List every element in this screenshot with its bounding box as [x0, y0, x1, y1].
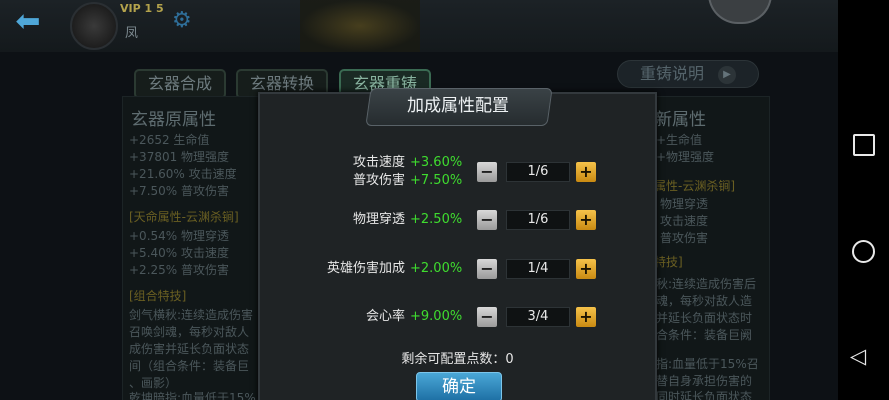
row-value-attack-speed: +3.60% [410, 155, 463, 170]
bonus-config-dialog: 加成属性配置 攻击速度 +3.60% 普攻伤害 +7.50% − 1/6 + 物… [258, 88, 657, 400]
remaining-points: 剩余可配置点数：0 [401, 352, 514, 367]
banner-art [300, 0, 420, 52]
dialog-title: 加成属性配置 [407, 96, 509, 116]
corner-ornament [708, 0, 772, 24]
left-combo-title: [组合特技] [129, 289, 187, 303]
right-combo-line: 替自身承担伤害的 [656, 374, 753, 388]
left-combo-line: 成伤害并延长负面状态 [129, 342, 250, 356]
left-attribute-panel: 玄器原属性 +2652 生命值 +37801 物理强度 +21.60% 攻击速度… [122, 96, 260, 400]
right-combo-line: 魂，每秒对敌人造 [656, 294, 753, 308]
row-label-normal-attack: 普攻伤害 [352, 173, 405, 188]
circle-icon[interactable] [852, 240, 875, 263]
row-label-crit-rate: 会心率 [365, 309, 405, 324]
right-base-attr: +生命值 [656, 133, 703, 147]
row-label-attack-speed: 攻击速度 [352, 155, 405, 170]
square-icon[interactable] [853, 134, 875, 156]
left-combo-line: 乾坤暗指:血量低于15% [129, 391, 256, 400]
plus-button[interactable]: + [576, 162, 596, 182]
right-combo-line: 合条件：装备巨阙 [656, 328, 753, 342]
minus-button[interactable]: − [477, 210, 497, 230]
plus-button[interactable]: + [576, 259, 596, 279]
row-value-crit-rate: +9.00% [410, 309, 463, 324]
point-counter: 1/6 [506, 162, 570, 182]
tab-synthesis[interactable]: 玄器合成 [134, 69, 227, 99]
confirm-button[interactable]: 确定 [416, 372, 502, 400]
row-value-normal-attack: +7.50% [410, 173, 463, 188]
point-counter: 1/6 [506, 210, 570, 230]
right-heaven-attr: 物理穿透 [660, 197, 709, 211]
right-combo-title: 特技] [654, 255, 683, 269]
left-combo-line: 剑气横秋:连续造成伤害 [129, 308, 254, 322]
left-heaven-attr: +0.54% 物理穿透 [129, 229, 229, 243]
android-nav-bar: ◁ [838, 0, 889, 400]
back-arrow-icon[interactable]: ⬅ [6, 4, 50, 40]
right-attribute-panel: 新属性 +生命值 +物理强度 属性-云渊杀锏] 物理穿透 攻击速度 普攻伤害 特… [653, 96, 770, 400]
plus-button[interactable]: + [576, 210, 596, 230]
row-value-penetration: +2.50% [410, 212, 463, 227]
recast-help-button[interactable]: 重铸说明 ▶ [617, 60, 759, 88]
left-heaven-attr: +2.25% 普攻伤害 [129, 263, 229, 277]
avatar[interactable] [70, 2, 118, 50]
left-heaven-title: [天命属性-云渊杀锏] [129, 210, 239, 224]
right-heaven-title: 属性-云渊杀锏] [654, 179, 736, 193]
triangle-back-icon[interactable]: ◁ [850, 344, 874, 368]
left-combo-line: 间（组合条件：装备巨 [129, 359, 250, 373]
plus-button[interactable]: + [576, 307, 596, 327]
recast-help-label: 重铸说明 [639, 64, 704, 83]
top-bar: ⬅ VIP 1 5 凤 ⚙ [0, 0, 838, 52]
right-combo-line: 秋:连续造成伤害后 [656, 277, 757, 291]
right-panel-title: 新属性 [655, 110, 706, 130]
point-counter: 1/4 [506, 259, 570, 279]
minus-button[interactable]: − [477, 307, 497, 327]
gear-icon[interactable]: ⚙ [172, 8, 192, 33]
right-combo-line: 并延长负面状态时 [656, 311, 753, 325]
left-base-attr: +21.60% 攻击速度 [129, 167, 237, 181]
left-base-attr: +37801 物理强度 [129, 150, 230, 164]
right-base-attr: +物理强度 [656, 150, 715, 164]
row-value-hero-damage: +2.00% [410, 261, 463, 276]
player-name: 凤 [125, 26, 139, 41]
vip-level: VIP 1 5 [120, 2, 164, 15]
left-combo-line: 召唤剑魂，每秒对敌人 [129, 325, 250, 339]
left-panel-title: 玄器原属性 [131, 110, 216, 130]
right-heaven-attr: 攻击速度 [660, 214, 709, 228]
minus-button[interactable]: − [477, 162, 497, 182]
play-arrow-icon: ▶ [718, 65, 736, 84]
left-base-attr: +2652 生命值 [129, 133, 210, 147]
row-label-penetration: 物理穿透 [352, 212, 405, 227]
left-base-attr: +7.50% 普攻伤害 [129, 184, 229, 198]
right-combo-line: 同时延长负面状态 [656, 390, 753, 400]
row-label-hero-damage: 英雄伤害加成 [326, 261, 405, 276]
left-heaven-attr: +5.40% 攻击速度 [129, 246, 229, 260]
game-screen: ⬅ VIP 1 5 凤 ⚙ 玄器合成 玄器转换 玄器重铸 重铸说明 ▶ 玄器原属性… [0, 0, 838, 400]
point-counter: 3/4 [506, 307, 570, 327]
right-combo-line: 指:血量低于15%召 [656, 357, 759, 371]
right-heaven-attr: 普攻伤害 [660, 231, 709, 245]
minus-button[interactable]: − [477, 259, 497, 279]
